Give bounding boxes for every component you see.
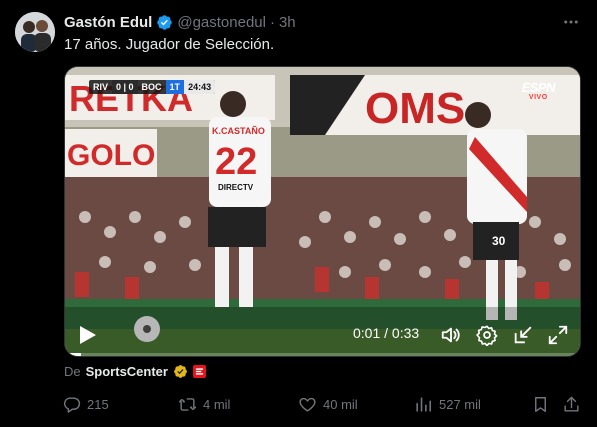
video-progress-bar[interactable] bbox=[65, 353, 580, 356]
gold-verified-badge-icon[interactable] bbox=[173, 364, 188, 379]
repost-count: 4 mil bbox=[203, 396, 231, 412]
author-name[interactable]: Gastón Edul bbox=[64, 14, 152, 31]
fullscreen-icon[interactable] bbox=[547, 324, 569, 346]
views-button[interactable]: 527 mil bbox=[414, 392, 481, 416]
player-number-text: 22 bbox=[215, 141, 257, 183]
bookmark-button[interactable] bbox=[531, 392, 550, 416]
avatar-image bbox=[15, 12, 55, 52]
scorebug-half: 1T bbox=[165, 80, 185, 94]
source-prefix: De bbox=[64, 364, 81, 379]
tweet-card[interactable]: Gastón Edul @gastonedul · 3h 17 años. Ju… bbox=[0, 0, 597, 427]
scorebug-home: RIV bbox=[93, 82, 109, 92]
tweet-timestamp[interactable]: 3h bbox=[279, 14, 296, 31]
player-name-text: K.CASTAÑO bbox=[212, 126, 265, 136]
banner-right-text: OMS bbox=[365, 84, 465, 133]
tweet-text: 17 años. Jugador de Selección. bbox=[64, 36, 275, 53]
repost-icon bbox=[178, 397, 197, 411]
play-icon[interactable] bbox=[79, 325, 97, 345]
espn-logo: ESPN VIVO bbox=[521, 80, 556, 101]
scorebug-clock: 24:43 bbox=[184, 80, 216, 94]
scorebug-score: 0 | 0 bbox=[112, 80, 138, 94]
tweet-header: Gastón Edul @gastonedul · 3h bbox=[64, 12, 296, 32]
reply-count: 215 bbox=[87, 396, 109, 412]
views-chart-icon bbox=[416, 396, 432, 412]
share-icon bbox=[564, 396, 579, 412]
verified-badge-icon[interactable] bbox=[156, 14, 173, 31]
video-player[interactable]: RETKA GOLO OMS K.CASTAÑO 22 DIRECTV 30 R… bbox=[64, 66, 581, 357]
player-sponsor-text: DIRECTV bbox=[218, 183, 254, 192]
scorebug-away: BOC bbox=[141, 82, 162, 92]
share-button[interactable] bbox=[562, 392, 581, 416]
banner-left2-text: GOLO bbox=[67, 139, 155, 172]
settings-gear-icon[interactable] bbox=[476, 324, 498, 346]
views-count: 527 mil bbox=[439, 396, 481, 412]
video-source: De SportsCenter bbox=[64, 364, 206, 379]
tweet-actions: 215 4 mil 40 mil 527 mil bbox=[58, 392, 588, 416]
repost-button[interactable]: 4 mil bbox=[178, 392, 230, 416]
header-separator: · bbox=[269, 13, 275, 31]
like-button[interactable]: 40 mil bbox=[298, 392, 358, 416]
more-options-icon[interactable] bbox=[561, 12, 581, 32]
espn-logo-text: ESPN bbox=[521, 80, 556, 95]
source-account[interactable]: SportsCenter bbox=[86, 364, 168, 379]
video-progress-fill bbox=[65, 353, 81, 356]
picture-in-picture-icon[interactable] bbox=[512, 324, 534, 346]
reply-button[interactable]: 215 bbox=[62, 392, 109, 416]
espn-live-tag: VIVO bbox=[528, 94, 548, 101]
bookmark-icon bbox=[535, 396, 546, 412]
reply-icon bbox=[63, 396, 81, 413]
scorebug: RIV 0 | 0 BOC 1T 24:43 bbox=[89, 80, 216, 94]
video-time-display: 0:01 / 0:33 bbox=[353, 325, 420, 341]
heart-icon bbox=[299, 397, 316, 412]
volume-icon[interactable] bbox=[440, 324, 462, 346]
like-count: 40 mil bbox=[323, 396, 358, 412]
player2-number-text: 30 bbox=[492, 234, 506, 248]
espn-affiliate-icon[interactable] bbox=[192, 365, 206, 378]
author-handle[interactable]: @gastonedul bbox=[177, 14, 266, 31]
author-avatar[interactable] bbox=[15, 12, 55, 52]
video-controls: 0:01 / 0:33 bbox=[65, 314, 580, 356]
